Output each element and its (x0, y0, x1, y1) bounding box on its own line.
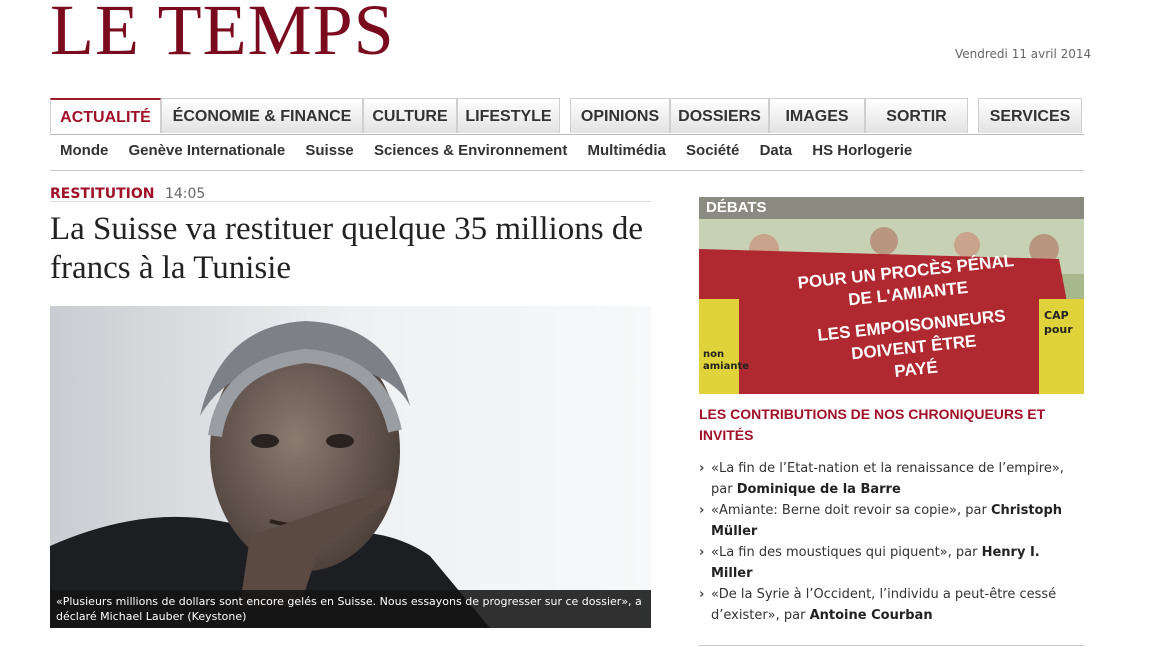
list-item[interactable]: «La fin des moustiques qui piquent», par… (699, 542, 1084, 584)
tab-images[interactable]: IMAGES (769, 98, 865, 133)
sign-right: CAP pour (1044, 309, 1073, 336)
list-item[interactable]: «Amiante: Berne doit revoir sa copie», p… (699, 500, 1084, 542)
subnav-multimedia[interactable]: Multimédia (588, 142, 666, 159)
debats-header[interactable]: DÉBATS (699, 197, 1084, 219)
banner-text: POUR UN PROCÈS PÉNAL DE L'AMIANTE LES EM… (796, 250, 1015, 381)
site-logo[interactable]: LE TEMPS (50, 0, 395, 66)
sub-nav: Monde Genève Internationale Suisse Scien… (60, 142, 928, 159)
portrait-image (50, 306, 651, 628)
contributions-title[interactable]: LES CONTRIBUTIONS DE NOS CHRONIQUEURS ET… (699, 404, 1079, 446)
kicker-divider (50, 201, 651, 202)
list-item[interactable]: «De la Syrie à l’Occident, l’individu a … (699, 584, 1084, 626)
main-nav: ACTUALITÉ ÉCONOMIE & FINANCE CULTURE LIF… (50, 98, 1084, 135)
tab-economie-finance[interactable]: ÉCONOMIE & FINANCE (161, 98, 363, 133)
subnav-geneve-internationale[interactable]: Genève Internationale (129, 142, 286, 159)
list-item[interactable]: «La fin de l’Etat-nation et la renaissan… (699, 458, 1084, 500)
nav-divider (50, 134, 1084, 135)
tab-sortir[interactable]: SORTIR (865, 98, 968, 133)
subnav-societe[interactable]: Société (686, 142, 739, 159)
article-time: 14:05 (164, 186, 206, 202)
sign-left: non amiante (703, 349, 750, 372)
subnav-suisse[interactable]: Suisse (305, 142, 353, 159)
tab-culture[interactable]: CULTURE (363, 98, 457, 133)
tab-services[interactable]: SERVICES (978, 98, 1082, 133)
current-date: Vendredi 11 avril 2014 (955, 47, 1092, 61)
photo-caption: «Plusieurs millions de dollars sont enco… (50, 590, 651, 628)
article-rubric[interactable]: RESTITUTION (50, 186, 154, 202)
sidebar-divider (699, 645, 1084, 646)
subnav-sciences-environnement[interactable]: Sciences & Environnement (374, 142, 567, 159)
subnav-data[interactable]: Data (760, 142, 793, 159)
debats-photo[interactable]: POUR UN PROCÈS PÉNAL DE L'AMIANTE LES EM… (699, 219, 1084, 394)
tab-lifestyle[interactable]: LIFESTYLE (457, 98, 560, 133)
tab-actualite[interactable]: ACTUALITÉ (50, 98, 161, 133)
tab-opinions[interactable]: OPINIONS (570, 98, 670, 133)
contributions-list: «La fin de l’Etat-nation et la renaissan… (699, 458, 1084, 626)
subnav-hs-horlogerie[interactable]: HS Horlogerie (812, 142, 912, 159)
article-kicker: RESTITUTION 14:05 (50, 186, 205, 202)
subnav-monde[interactable]: Monde (60, 142, 108, 159)
tab-dossiers[interactable]: DOSSIERS (670, 98, 769, 133)
subnav-divider (50, 170, 1084, 171)
article-headline[interactable]: La Suisse va restituer quelque 35 millio… (50, 210, 650, 288)
article-photo[interactable]: «Plusieurs millions de dollars sont enco… (50, 306, 651, 628)
